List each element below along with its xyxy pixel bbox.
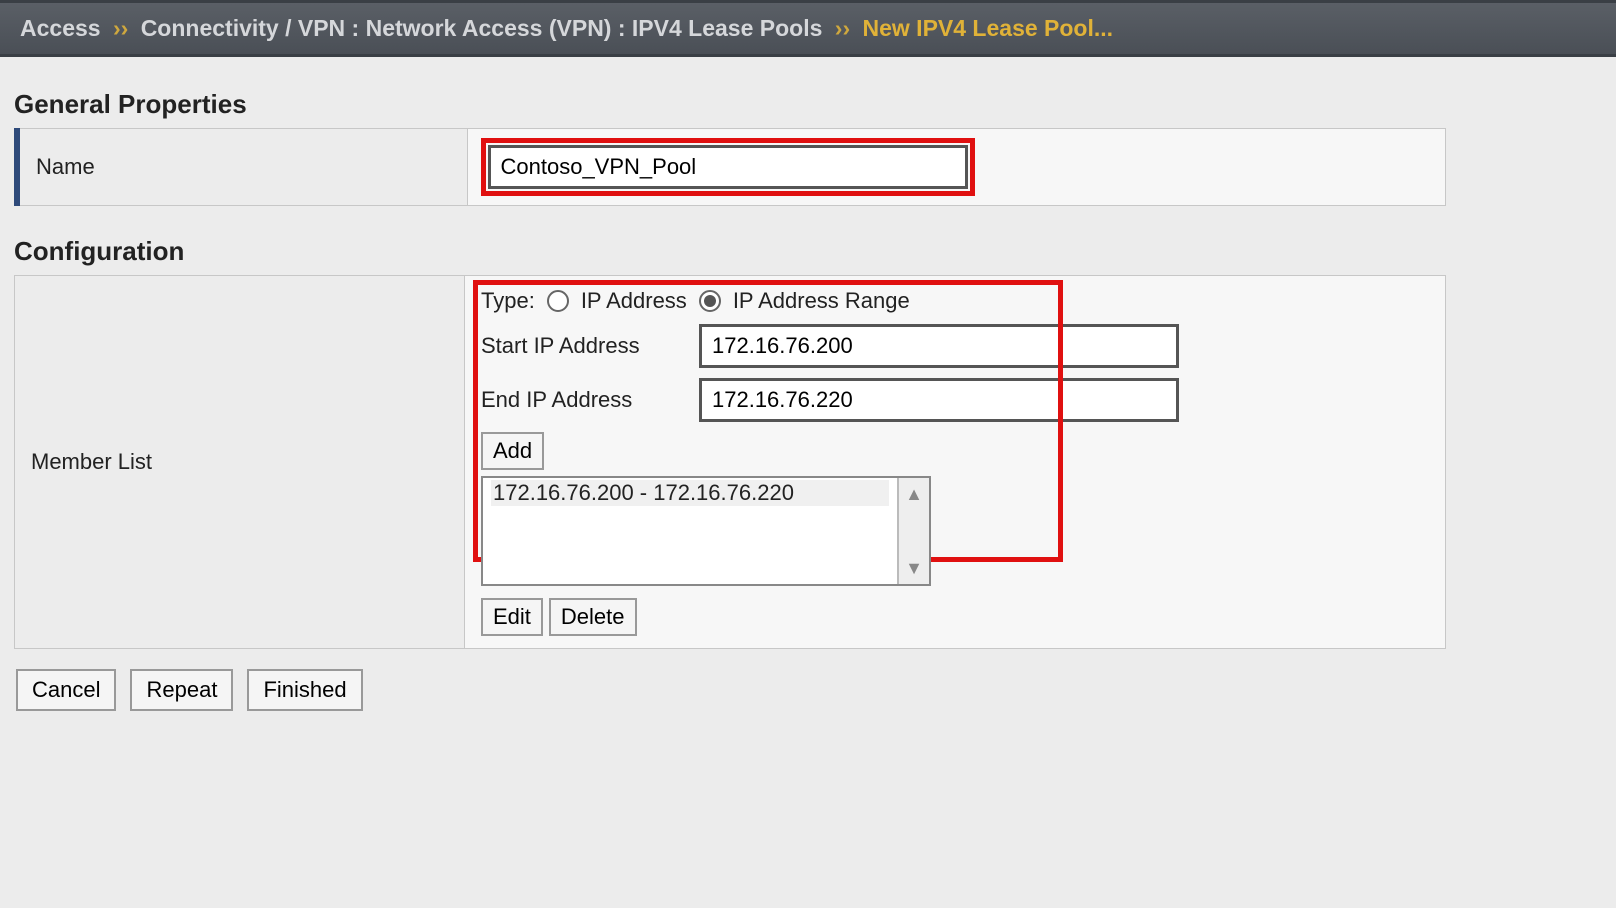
name-input[interactable] <box>488 145 968 189</box>
member-list-label: Member List <box>15 276 465 649</box>
section-header-config: Configuration <box>14 236 1446 267</box>
edit-button[interactable]: Edit <box>481 598 543 636</box>
repeat-button[interactable]: Repeat <box>130 669 233 711</box>
add-button[interactable]: Add <box>481 432 544 470</box>
member-listbox[interactable]: 172.16.76.200 - 172.16.76.220 ▲ ▼ <box>481 476 931 586</box>
radio-ip-address-label[interactable]: IP Address <box>581 288 687 314</box>
radio-ip-range[interactable] <box>699 290 721 312</box>
breadcrumb-active: New IPV4 Lease Pool... <box>863 15 1114 41</box>
name-label: Name <box>17 129 467 206</box>
listbox-scrollbar[interactable]: ▲ ▼ <box>897 478 929 584</box>
highlight-box-name <box>484 141 972 193</box>
end-ip-label: End IP Address <box>481 387 691 413</box>
radio-ip-range-label[interactable]: IP Address Range <box>733 288 910 314</box>
delete-button[interactable]: Delete <box>549 598 637 636</box>
cancel-button[interactable]: Cancel <box>16 669 116 711</box>
radio-ip-address[interactable] <box>547 290 569 312</box>
section-header-general: General Properties <box>14 89 1446 120</box>
breadcrumb-separator: ›› <box>107 15 134 41</box>
general-properties-table: Name <box>14 128 1446 206</box>
type-label: Type: <box>481 288 535 314</box>
breadcrumb-part[interactable]: Connectivity / VPN : Network Access (VPN… <box>141 15 823 41</box>
breadcrumb: Access ›› Connectivity / VPN : Network A… <box>0 0 1616 57</box>
breadcrumb-separator: ›› <box>829 15 856 41</box>
breadcrumb-part[interactable]: Access <box>20 15 101 41</box>
end-ip-input[interactable] <box>699 378 1179 422</box>
finished-button[interactable]: Finished <box>247 669 362 711</box>
scroll-up-icon[interactable]: ▲ <box>899 478 929 510</box>
list-item[interactable]: 172.16.76.200 - 172.16.76.220 <box>491 480 889 506</box>
start-ip-label: Start IP Address <box>481 333 691 359</box>
scroll-down-icon[interactable]: ▼ <box>899 552 929 584</box>
configuration-table: Member List Type: IP Address IP Address … <box>14 275 1446 649</box>
start-ip-input[interactable] <box>699 324 1179 368</box>
